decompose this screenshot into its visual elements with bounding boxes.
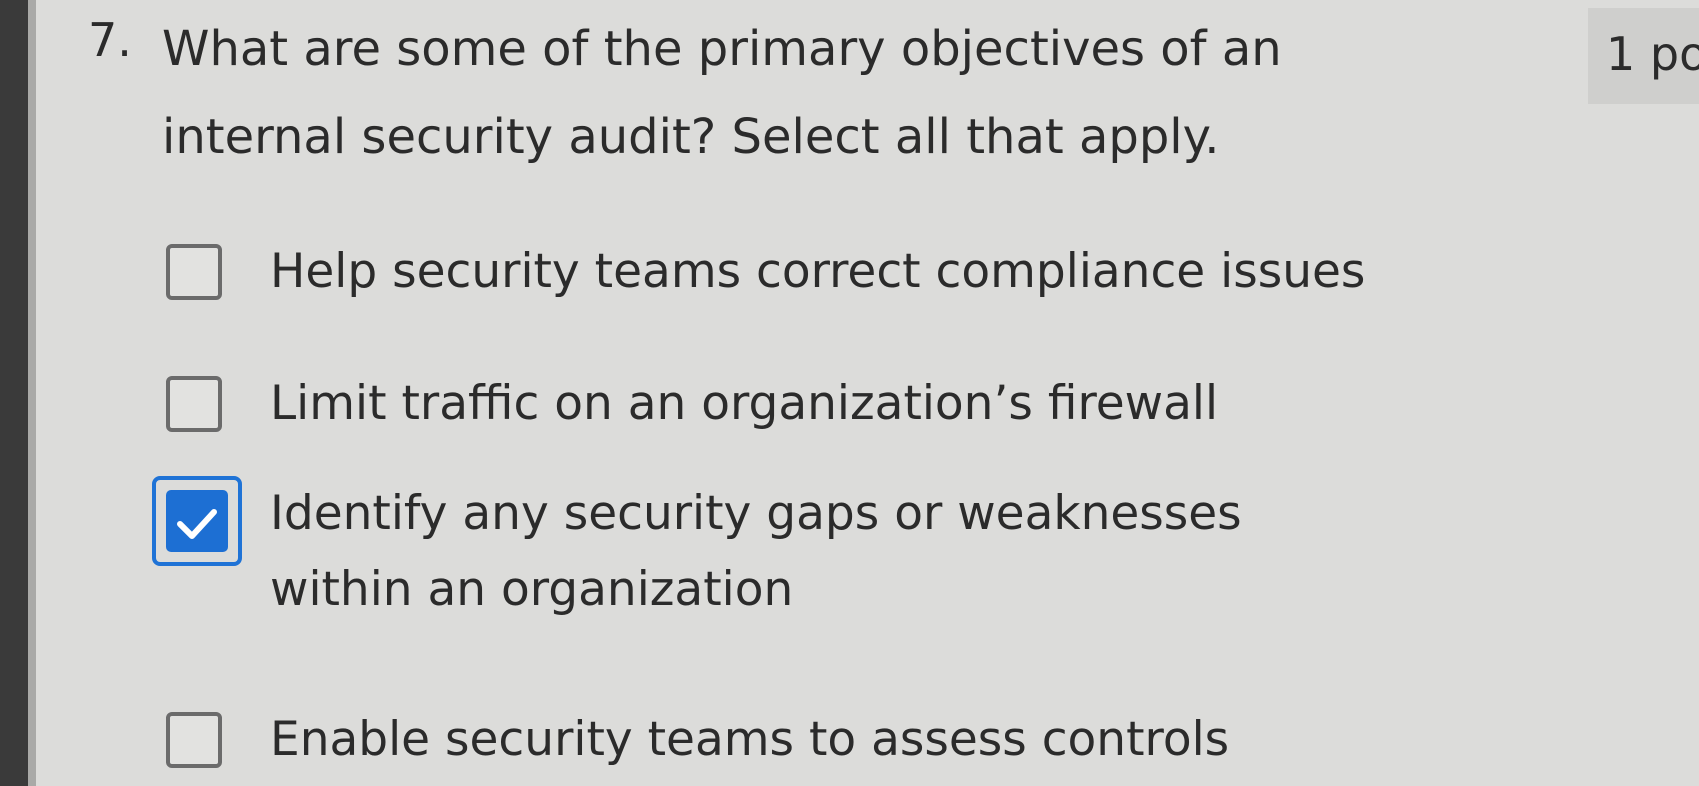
checkmark-icon [177, 509, 217, 539]
option-label: Identify any security gaps or weaknesses… [270, 486, 1257, 617]
question-text: What are some of the primary objectives … [162, 21, 1297, 165]
option-label: Help security teams correct compliance i… [270, 244, 1366, 299]
panel-border [28, 0, 36, 786]
points-label: 1 po [1606, 27, 1699, 81]
checkbox-icon[interactable] [166, 712, 222, 768]
option-label: Enable security teams to assess controls [270, 712, 1230, 767]
question-number: 7. [88, 13, 132, 67]
points-badge: 1 po [1588, 8, 1699, 104]
checkbox-icon[interactable] [166, 376, 222, 432]
checkbox-icon[interactable] [166, 244, 222, 300]
left-edge-frame [0, 0, 28, 786]
checkbox-checked-icon[interactable] [152, 476, 242, 566]
option-label: Limit traffic on an organization’s firew… [270, 376, 1219, 431]
